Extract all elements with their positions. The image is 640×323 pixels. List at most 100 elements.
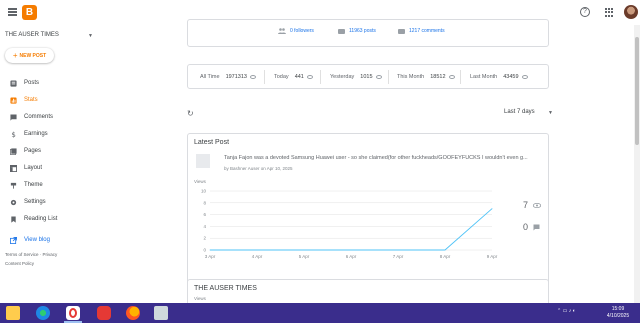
file-explorer-icon[interactable] <box>6 306 20 320</box>
sidebar-item-settings[interactable]: Settings <box>0 195 100 209</box>
divider <box>388 70 389 84</box>
svg-text:$: $ <box>11 131 15 138</box>
sidebar-item-label: Theme <box>24 182 43 188</box>
posts-stat[interactable]: 11963 posts <box>338 28 376 34</box>
data-point[interactable] <box>444 249 446 251</box>
date-range-select[interactable]: Last 7 days <box>504 109 535 115</box>
new-post-button[interactable]: + NEW POST <box>5 48 54 63</box>
x-tick-label: 7 Apr <box>393 254 404 259</box>
hamburger-menu-icon[interactable] <box>8 8 17 16</box>
refresh-icon[interactable]: ↻ <box>187 109 194 118</box>
blog-card-views-label: Views <box>194 296 206 301</box>
views-line-chart: 0 2 4 6 8 10 3 Apr 4 Apr 5 Apr 6 Apr 7 Apr 8 Apr 9 A… <box>201 189 498 260</box>
edge-icon[interactable] <box>36 306 50 320</box>
blog-card-title: THE AUSER TIMES <box>194 285 257 292</box>
sidebar-item-earnings[interactable]: $ Earnings <box>0 127 100 141</box>
blogger-logo-icon[interactable]: B <box>22 5 37 20</box>
terms-link[interactable]: Terms of Service <box>5 252 39 257</box>
people-icon <box>278 28 286 34</box>
data-point[interactable] <box>303 249 305 251</box>
y-tick-label: 6 <box>203 212 206 217</box>
sidebar-item-comments[interactable]: Comments <box>0 110 100 124</box>
summary-all-time: All Time 1971313 <box>200 65 256 89</box>
summary-value: 441 <box>294 74 304 80</box>
post-meta: by Bashner Auser on Apr 10, 2025 <box>224 166 293 171</box>
view-blog-link[interactable]: View blog <box>0 233 100 247</box>
comments-count: 1217 comments <box>409 28 445 34</box>
chevron-down-icon[interactable]: ▼ <box>548 110 553 116</box>
taskbar: ⌃ ▭ ♪ ◐ 15:09 4/10/2025 <box>0 303 640 323</box>
data-point[interactable] <box>256 249 258 251</box>
data-point[interactable] <box>209 249 211 251</box>
theme-icon <box>10 182 17 189</box>
opera-icon[interactable] <box>66 306 80 320</box>
sidebar-item-pages[interactable]: Pages <box>0 144 100 158</box>
clock-date: 4/10/2025 <box>606 313 630 319</box>
x-tick-label: 3 Apr <box>205 254 216 259</box>
views-count: 7 <box>523 200 542 210</box>
followers-count: 0 followers <box>290 28 314 34</box>
vivaldi-icon[interactable] <box>97 306 111 320</box>
gear-icon <box>10 199 17 205</box>
summary-label: This Month <box>397 74 425 80</box>
taskbar-clock[interactable]: 15:09 4/10/2025 <box>598 306 638 320</box>
sidebar: THE AUSER TIMES ▼ + NEW POST Posts Stats… <box>0 25 100 303</box>
eye-icon <box>533 202 542 208</box>
clock-time: 15:09 <box>611 306 625 312</box>
summary-value: 18512 <box>430 74 446 80</box>
sidebar-item-theme[interactable]: Theme <box>0 178 100 192</box>
summary-today: Today 441 <box>274 65 313 89</box>
data-point[interactable] <box>350 249 352 251</box>
sidebar-item-label: Layout <box>24 165 43 171</box>
tray-icons[interactable]: ⌃ ▭ ♪ ◐ <box>557 308 576 314</box>
sidebar-item-label: Comments <box>24 114 54 120</box>
comments-stat[interactable]: 1217 comments <box>398 28 445 34</box>
privacy-link[interactable]: Privacy <box>43 252 58 257</box>
y-tick-label: 2 <box>203 236 206 241</box>
view-blog-label: View blog <box>24 237 50 243</box>
eye-icon <box>249 75 256 79</box>
data-point[interactable] <box>397 249 399 251</box>
sidebar-item-label: Stats <box>24 97 38 103</box>
y-tick-label: 8 <box>203 200 206 205</box>
eye-icon <box>375 75 382 79</box>
scrollbar-thumb[interactable] <box>635 37 639 145</box>
x-tick-label: 8 Apr <box>440 254 451 259</box>
divider <box>320 70 321 84</box>
sidebar-item-label: Reading List <box>24 216 58 222</box>
help-icon[interactable]: ? <box>580 7 590 17</box>
blog-selector[interactable]: THE AUSER TIMES ▼ <box>5 32 95 42</box>
earnings-icon: $ <box>11 131 15 138</box>
summary-value: 1971313 <box>225 74 247 80</box>
summary-last-month: Last Month 43459 <box>470 65 528 89</box>
summary-label: All Time <box>200 74 220 80</box>
sidebar-item-label: Posts <box>24 80 40 86</box>
sidebar-item-layout[interactable]: Layout <box>0 161 100 175</box>
sidebar-item-stats[interactable]: Stats <box>0 93 100 107</box>
avatar[interactable] <box>624 5 638 19</box>
eye-icon <box>521 75 528 79</box>
paint-icon[interactable] <box>154 306 168 320</box>
x-tick-label: 5 Apr <box>299 254 310 259</box>
divider <box>460 70 461 84</box>
scrollbar[interactable] <box>634 25 640 303</box>
data-point[interactable] <box>491 208 493 210</box>
comments-icon <box>398 28 405 34</box>
sidebar-item-posts[interactable]: Posts <box>0 76 100 90</box>
new-post-label: NEW POST <box>19 52 47 59</box>
chart-ylabel: Views <box>194 179 206 184</box>
y-tick-label: 4 <box>203 224 206 229</box>
apps-grid-icon[interactable] <box>605 8 614 17</box>
x-tick-label: 9 Apr <box>487 254 498 259</box>
summary-label: Today <box>274 74 289 80</box>
post-snippet[interactable]: Tanja Fajon was a devoted Samsung Huawei… <box>224 155 544 161</box>
layout-icon <box>10 164 17 172</box>
firefox-icon[interactable] <box>126 306 140 320</box>
sidebar-item-reading-list[interactable]: Reading List <box>0 212 100 226</box>
blogger-stats-page: B ? THE AUSER TIMES ▼ + NEW POST Posts S… <box>0 0 640 323</box>
content-policy-link[interactable]: Content Policy <box>5 261 34 266</box>
sidebar-item-label: Earnings <box>24 131 48 137</box>
summary-this-month: This Month 18512 <box>397 65 455 89</box>
followers-stat[interactable]: 0 followers <box>278 28 314 34</box>
post-thumbnail <box>196 154 210 168</box>
